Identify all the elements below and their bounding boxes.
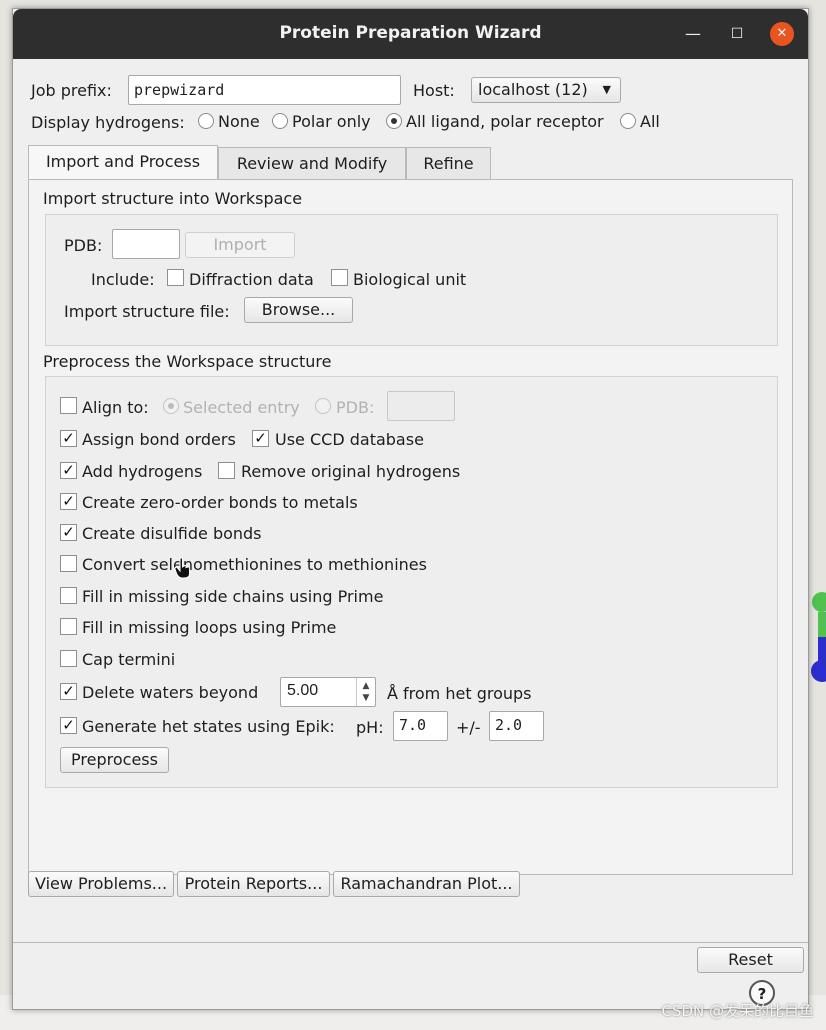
selenomethionine-label[interactable]: Convert selenomethionines to methionines (82, 555, 427, 574)
delete-waters-checkbox[interactable]: ✓ (60, 683, 77, 700)
ramachandran-plot-button[interactable]: Ramachandran Plot... (333, 871, 520, 897)
disulfide-label[interactable]: Create disulfide bonds (82, 524, 262, 543)
hand-cursor-icon (174, 557, 191, 579)
import-section-title: Import structure into Workspace (43, 189, 303, 208)
radio-align-pdb[interactable] (315, 398, 331, 414)
align-pdb-label[interactable]: PDB: (336, 398, 374, 417)
align-to-label[interactable]: Align to: (82, 398, 149, 417)
tab-panel: Import structure into Workspace PDB: Imp… (28, 179, 793, 875)
include-label: Include: (91, 270, 155, 289)
minimize-icon[interactable]: — (681, 22, 705, 46)
ph-range-label: +/- (456, 718, 481, 737)
close-icon[interactable]: ✕ (770, 22, 794, 46)
disulfide-checkbox[interactable]: ✓ (60, 524, 77, 541)
import-button[interactable]: Import (185, 232, 295, 258)
epik-checkbox[interactable]: ✓ (60, 717, 77, 734)
side-chains-label[interactable]: Fill in missing side chains using Prime (82, 587, 383, 606)
protein-reports-button[interactable]: Protein Reports... (177, 871, 330, 897)
pdb-id-input[interactable] (112, 229, 180, 259)
side-chains-checkbox[interactable] (60, 587, 77, 604)
epik-label[interactable]: Generate het states using Epik: (82, 717, 335, 736)
radio-polar-only[interactable] (272, 113, 288, 129)
reset-button[interactable]: Reset (697, 947, 804, 973)
waters-suffix-label: Å from het groups (387, 684, 532, 703)
missing-loops-label[interactable]: Fill in missing loops using Prime (82, 618, 336, 637)
bond-orders-checkbox[interactable]: ✓ (60, 430, 77, 447)
diffraction-checkbox[interactable] (167, 269, 184, 286)
preprocess-group: Align to: Selected entry PDB: ✓ Assign b… (45, 376, 778, 788)
add-hydrogens-label[interactable]: Add hydrogens (82, 462, 202, 481)
radio-selected-entry[interactable] (163, 398, 179, 414)
ccd-label[interactable]: Use CCD database (275, 430, 424, 449)
import-file-label: Import structure file: (64, 302, 230, 321)
selenomethionine-checkbox[interactable] (60, 555, 77, 572)
browse-button[interactable]: Browse... (244, 297, 353, 323)
footer-divider (13, 942, 808, 943)
tab-review-and-modify[interactable]: Review and Modify (218, 147, 406, 181)
host-label: Host: (413, 81, 455, 100)
tab-refine[interactable]: Refine (406, 147, 491, 181)
display-hydrogens-label: Display hydrogens: (31, 113, 185, 132)
cap-termini-checkbox[interactable] (60, 650, 77, 667)
align-to-checkbox[interactable] (60, 397, 77, 414)
chevron-down-icon: ▼ (602, 83, 611, 96)
maximize-icon[interactable]: ☐ (725, 22, 749, 46)
view-problems-button[interactable]: View Problems... (28, 871, 174, 897)
spin-arrows-icon[interactable]: ▲ ▼ (356, 678, 375, 706)
delete-waters-label[interactable]: Delete waters beyond (82, 683, 258, 702)
missing-loops-checkbox[interactable] (60, 618, 77, 635)
ph-range-input[interactable]: 2.0 (489, 711, 544, 741)
waters-distance-spinbox[interactable]: 5.00 ▲ ▼ (280, 677, 376, 707)
preprocess-button[interactable]: Preprocess (60, 747, 169, 773)
align-pdb-input[interactable] (387, 391, 455, 421)
zero-order-bonds-checkbox[interactable]: ✓ (60, 493, 77, 510)
radio-all-ligand-label[interactable]: All ligand, polar receptor (406, 112, 604, 131)
radio-all[interactable] (620, 113, 636, 129)
diffraction-label[interactable]: Diffraction data (189, 270, 314, 289)
tab-import-and-process[interactable]: Import and Process (28, 145, 218, 181)
add-hydrogens-checkbox[interactable]: ✓ (60, 462, 77, 479)
radio-all-label[interactable]: All (640, 112, 660, 131)
selected-entry-label[interactable]: Selected entry (183, 398, 300, 417)
ph-input[interactable]: 7.0 (393, 711, 448, 741)
bond-orders-label[interactable]: Assign bond orders (82, 430, 236, 449)
ccd-checkbox[interactable]: ✓ (252, 430, 269, 447)
watermark: CSDN @发呆的比目鱼 (661, 1002, 814, 1020)
radio-none-label[interactable]: None (218, 112, 260, 131)
zero-order-bonds-label[interactable]: Create zero-order bonds to metals (82, 493, 358, 512)
radio-polar-only-label[interactable]: Polar only (292, 112, 371, 131)
radio-none[interactable] (198, 113, 214, 129)
pdb-label: PDB: (64, 236, 103, 255)
ph-label: pH: (356, 718, 384, 737)
radio-all-ligand[interactable] (386, 113, 402, 129)
title-bar[interactable]: Protein Preparation Wizard — ☐ ✕ (13, 9, 808, 59)
job-prefix-label: Job prefix: (31, 81, 112, 100)
remove-hydrogens-label[interactable]: Remove original hydrogens (241, 462, 460, 481)
job-prefix-input[interactable]: prepwizard (128, 75, 401, 105)
biological-unit-label[interactable]: Biological unit (353, 270, 466, 289)
biological-unit-checkbox[interactable] (331, 269, 348, 286)
host-value: localhost (12) (478, 80, 588, 99)
protein-prep-window: Protein Preparation Wizard — ☐ ✕ Job pre… (12, 8, 809, 1010)
host-select[interactable]: localhost (12) ▼ (471, 77, 621, 103)
cap-termini-label[interactable]: Cap termini (82, 650, 175, 669)
remove-hydrogens-checkbox[interactable] (218, 462, 235, 479)
preprocess-section-title: Preprocess the Workspace structure (43, 352, 332, 371)
import-group: PDB: Import Include: Diffraction data Bi… (45, 214, 778, 346)
waters-distance-value: 5.00 (287, 682, 319, 699)
